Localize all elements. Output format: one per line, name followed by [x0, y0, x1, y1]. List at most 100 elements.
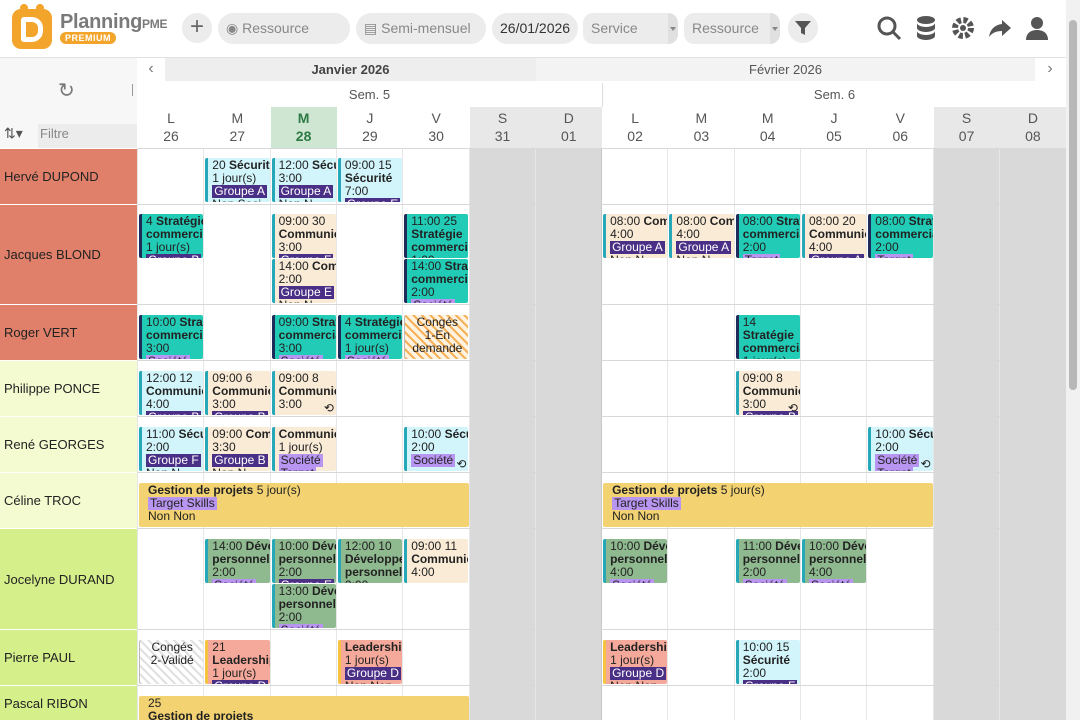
planning-event[interactable]: 14:00 Stratecommercial2:00Société — [404, 259, 469, 303]
day-header[interactable]: L 02 — [602, 107, 668, 148]
planning-event[interactable]: 20 Sécurité1 jour(s)Groupe ANon Soci — [205, 158, 270, 202]
planning-event[interactable]: Gestion de projets 5 jour(s) Target Skill… — [603, 483, 933, 527]
filter-input[interactable]: Filtre — [38, 124, 137, 148]
weekend-column — [469, 148, 536, 720]
planning-event[interactable]: 09:00 Comr3:30Groupe BNon N — [205, 427, 270, 471]
planning-event[interactable]: Congés 1-En demande — [404, 315, 469, 359]
day-header[interactable]: V 30 — [403, 107, 469, 148]
planning-event[interactable]: 09:00 8Communica3:00⟲ — [271, 371, 336, 415]
planning-event[interactable]: 09:00 11Communica4:00 — [404, 539, 469, 583]
resource-name[interactable]: Jacques BLOND — [0, 204, 137, 304]
planning-event[interactable]: 08:00 Stratecommercial2:00Target — [735, 214, 800, 258]
planning-event[interactable]: 14:00 Comr2:00Groupe ENon N — [271, 259, 336, 303]
filter-button[interactable] — [788, 13, 818, 43]
planning-event[interactable]: 09:00 15Sécurité7:00Groupe E — [337, 158, 403, 202]
event-detail: 2:00 — [345, 579, 399, 584]
day-header[interactable]: D 08 — [999, 107, 1066, 148]
database-button[interactable] — [910, 12, 942, 44]
date-field[interactable]: 26/01/2026 — [492, 13, 578, 44]
planning-event[interactable]: 10:00 Dévelpersonnel2:00Groupe E — [271, 539, 336, 583]
event-title: commercial — [344, 328, 402, 342]
resource-name[interactable]: René GEORGES — [0, 416, 137, 472]
search-button[interactable] — [873, 12, 905, 44]
scroll-thumb[interactable] — [1069, 20, 1077, 390]
day-header[interactable]: D 01 — [535, 107, 602, 148]
resource-select[interactable]: Ressource — [684, 13, 780, 44]
day-header[interactable]: S 31 — [469, 107, 536, 148]
settings-button[interactable] — [947, 12, 979, 44]
planning-event[interactable]: 12:00 Sécu3:00Groupe ANon N — [271, 158, 336, 203]
resource-name[interactable]: Pierre PAUL — [0, 629, 137, 685]
service-select[interactable]: Service — [583, 13, 678, 44]
event-group-tag: Groupe E — [344, 198, 401, 202]
planning-event[interactable]: 10:00 Dévelpersonnel4:00Société — [603, 539, 668, 583]
planning-event[interactable]: 11:00 25Stratégiecommercial1:00 — [404, 214, 469, 258]
event-time: 20 — [212, 158, 226, 172]
event-group-tag: Groupe F — [742, 680, 798, 684]
planning-event[interactable]: 08:00 Comr4:00Groupe ANon N — [669, 214, 734, 258]
planning-event[interactable]: Leadership1 jour(s)Groupe DNon Non — [337, 640, 403, 684]
planning-event[interactable]: 10:00 15Sécurité2:00Groupe F — [735, 640, 800, 684]
user-button[interactable] — [1021, 12, 1053, 44]
prev-arrow-icon[interactable]: ‹ — [137, 58, 165, 81]
resource-name[interactable]: Jocelyne DURAND — [0, 528, 137, 629]
day-header[interactable]: S 07 — [933, 107, 1000, 148]
event-count: 8 — [776, 371, 783, 385]
planning-event[interactable]: Communica1 jour(s)SociétéTarget — [271, 427, 336, 471]
event-time: 11:00 — [411, 214, 441, 228]
planning-event[interactable]: 11:00 Dévelpersonnel2:00Société — [735, 539, 800, 583]
resource-name[interactable]: Céline TROC — [0, 472, 137, 528]
day-letter: V — [895, 110, 905, 126]
day-header[interactable]: V 06 — [867, 107, 933, 148]
resource-name[interactable]: Roger VERT — [0, 304, 137, 360]
planning-event[interactable]: 12:00 12Communica4:00Groupe B — [139, 371, 204, 415]
day-header[interactable]: M 03 — [668, 107, 734, 148]
add-button[interactable]: + — [182, 13, 212, 43]
day-header[interactable]: J 05 — [801, 107, 867, 148]
planning-event[interactable]: 08:00 Stratecommercial2:00Target — [868, 214, 933, 258]
day-header[interactable]: M 04 — [735, 107, 801, 148]
day-header[interactable]: J 29 — [337, 107, 403, 148]
planning-event[interactable]: 08:00 Comr4:00Groupe ANon N — [603, 214, 668, 258]
planning-event[interactable]: 10:00 Stratecommercial3:00Société — [139, 315, 204, 359]
event-detail: demande — [412, 341, 463, 355]
planning-event[interactable]: 10:00 Dévelpersonnel4:00Société — [802, 539, 867, 583]
planning-event[interactable]: 4 Stratégiecommercial1 jour(s)Société — [337, 315, 403, 359]
view-mode-select[interactable]: ▤ Semi-mensuel — [356, 13, 486, 44]
day-header[interactable]: M 28 — [270, 107, 337, 148]
share-button[interactable] — [984, 12, 1016, 44]
planning-event[interactable]: 11:00 Sécu2:00Groupe FNon N — [139, 427, 204, 471]
vertical-scrollbar[interactable] — [1066, 0, 1080, 720]
planning-event[interactable]: 4 Stratégiecommercial1 jour(s)Groupe B — [139, 214, 204, 258]
planning-event[interactable]: 09:00 30Communica3:00Groupe F — [271, 214, 336, 258]
planning-event[interactable]: Congés 2-Validé — [139, 640, 204, 684]
planning-event[interactable]: 13:00 Dévelpersonnel2:00Société — [271, 584, 336, 628]
planning-event[interactable]: 14:00 Dévelpersonnel2:00Société — [205, 539, 270, 583]
day-header[interactable]: M 27 — [204, 107, 270, 148]
sort-icon[interactable]: ⇅▾ — [4, 125, 23, 142]
resource-search-input[interactable]: ◉ Ressource — [218, 13, 350, 44]
planning-event[interactable]: 08:00 20Communica4:00Groupe A — [802, 214, 867, 258]
planning-event[interactable]: 09:00 6Communica3:00Groupe B — [205, 371, 270, 415]
event-title: Sécurité — [229, 158, 270, 172]
planning-event[interactable]: Gestion de projets 5 jour(s) Target Skill… — [139, 483, 469, 527]
planning-event[interactable]: 09:00 Stratecommercial3:00Société — [271, 315, 336, 359]
column-divider — [866, 148, 868, 720]
day-header[interactable]: L 26 — [138, 107, 204, 148]
day-letter: S — [497, 110, 508, 126]
resource-name[interactable]: Philippe PONCE — [0, 360, 137, 416]
resource-name[interactable]: Hervé DUPOND — [0, 148, 137, 204]
planning-logo-icon[interactable] — [12, 4, 52, 49]
planning-event[interactable]: 09:00 8Communica3:00Groupe B⟲ — [735, 371, 800, 415]
event-detail: Non N — [279, 198, 333, 203]
refresh-icon[interactable]: ↻ — [58, 78, 75, 103]
resource-name[interactable]: Pascal RIBON — [0, 685, 137, 720]
planning-event[interactable]: 21Leadership1 jour(s)Groupe D — [205, 640, 270, 684]
planning-event[interactable]: Leadership1 jour(s)Groupe DNon Non — [603, 640, 668, 684]
planning-event[interactable]: 10:00 Sécu2:00Société⟲ — [404, 427, 469, 471]
planning-event[interactable]: 14Stratégiecommercial1 jour(s) — [735, 315, 800, 359]
planning-event[interactable]: 10:00 Sécu2:00SociétéTarget⟲ — [868, 427, 933, 471]
planning-event[interactable]: 25 Gestion de projets 5 jour(s)Groupe C — [139, 696, 469, 720]
next-arrow-icon[interactable]: › — [1036, 58, 1064, 81]
planning-event[interactable]: 12:00 10Développempersonnel2:00 — [337, 539, 403, 584]
